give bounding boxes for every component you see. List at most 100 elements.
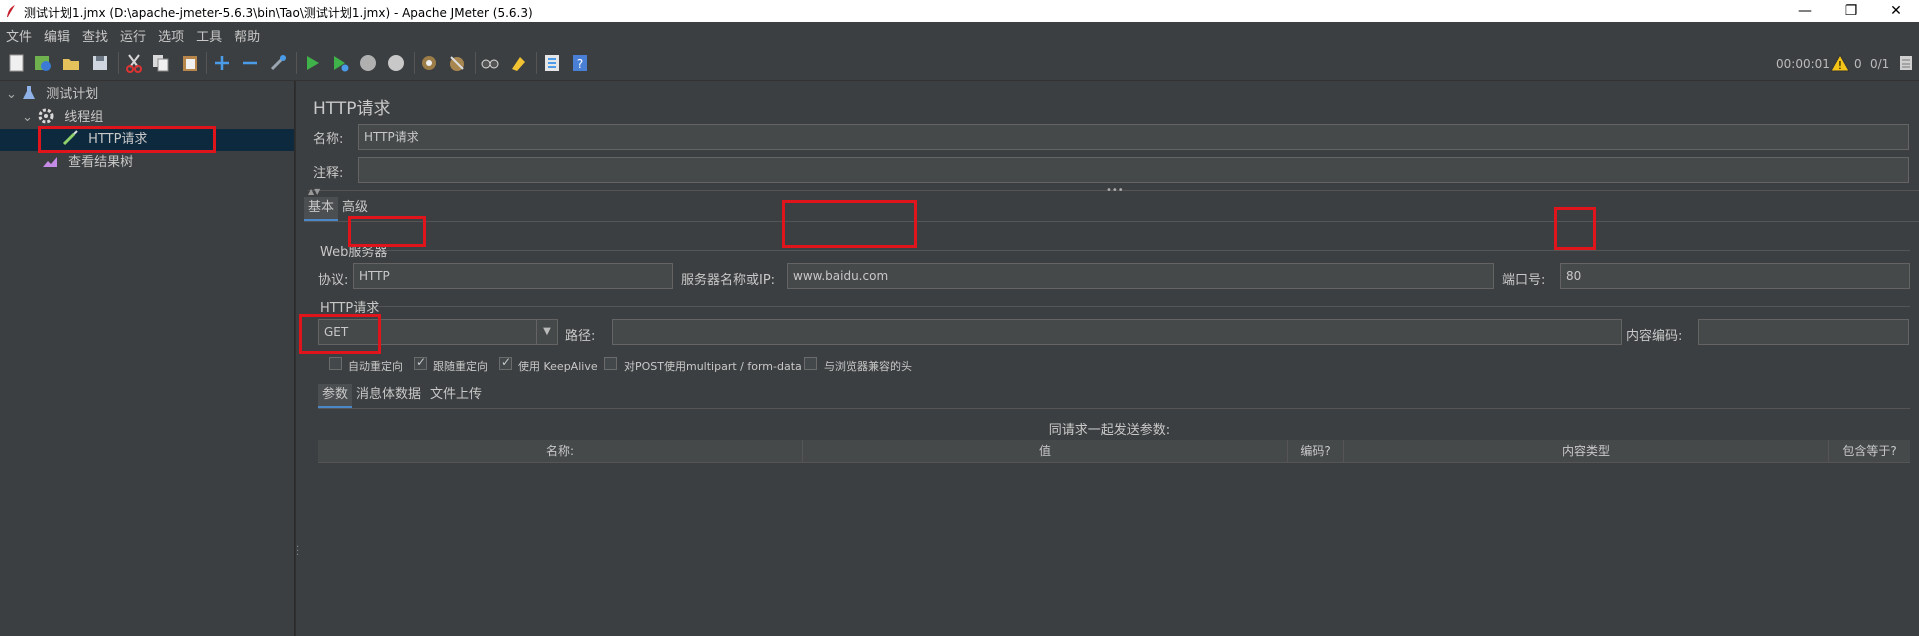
toolbar-separator xyxy=(296,52,297,74)
search-icon[interactable] xyxy=(480,53,500,73)
column-header-encode[interactable]: 编码? xyxy=(1288,440,1344,462)
test-plan-tree: ⌄ 测试计划 ⌄ 线程组 HTTP请求 查看结果树 xyxy=(0,81,295,636)
tree-item-test-plan[interactable]: ⌄ 测试计划 xyxy=(6,84,98,106)
tab-body-data[interactable]: 消息体数据 xyxy=(352,384,425,406)
tab-basic[interactable]: 基本 xyxy=(304,197,339,221)
start-no-pause-icon[interactable] xyxy=(330,53,350,73)
fieldset-border xyxy=(378,306,1910,307)
params-table-header: 名称: 值 编码? 内容类型 包含等于? xyxy=(318,440,1910,463)
help-icon[interactable]: ? xyxy=(570,53,590,73)
port-label: 端口号: xyxy=(1502,273,1546,288)
highlight-box xyxy=(1554,207,1596,250)
save-icon[interactable] xyxy=(90,53,110,73)
toolbar: ? 00:00:01 ! 0 0/1 xyxy=(0,46,1919,81)
divider-grip-icon[interactable]: ••• xyxy=(1106,185,1124,196)
tree-item-results-tree[interactable]: 查看结果树 xyxy=(42,152,133,174)
server-input[interactable]: www.baidu.com xyxy=(787,263,1494,289)
active-threads: 0/1 xyxy=(1870,57,1890,71)
column-header-include-equals[interactable]: 包含等于? xyxy=(1829,440,1910,462)
menu-tools[interactable]: 工具 xyxy=(190,22,228,46)
start-icon[interactable] xyxy=(302,53,322,73)
protocol-input[interactable]: HTTP xyxy=(353,263,673,289)
warning-icon[interactable]: ! xyxy=(1830,54,1850,72)
window-title: 测试计划1.jmx (D:\apache-jmeter-5.6.3\bin\Ta… xyxy=(24,6,533,20)
maximize-button[interactable]: ❐ xyxy=(1828,0,1874,22)
column-header-content-type[interactable]: 内容类型 xyxy=(1344,440,1829,462)
menu-edit[interactable]: 编辑 xyxy=(38,22,76,46)
keepalive-label: 使用 KeepAlive xyxy=(518,360,598,373)
splitter-grip-icon: · · · xyxy=(296,542,300,561)
templates-icon[interactable] xyxy=(33,53,53,73)
close-button[interactable]: ✕ xyxy=(1873,0,1919,22)
expand-arrow-icon[interactable]: ⌄ xyxy=(6,84,18,106)
subtab-underline xyxy=(318,408,1910,409)
follow-redirect-label: 跟随重定向 xyxy=(433,360,488,373)
params-caption: 同请求一起发送参数: xyxy=(1048,423,1171,438)
keepalive-checkbox[interactable] xyxy=(499,355,512,370)
encoding-input[interactable] xyxy=(1698,319,1909,345)
toolbar-separator xyxy=(475,52,476,74)
toolbar-separator xyxy=(536,52,537,74)
jmeter-feather-icon xyxy=(7,5,15,17)
thread-group-icon xyxy=(38,108,54,124)
stop-icon[interactable] xyxy=(358,53,378,73)
auto-redirect-checkbox[interactable] xyxy=(329,357,342,370)
function-helper-icon[interactable] xyxy=(542,53,562,73)
highlight-box xyxy=(782,200,917,248)
open-icon[interactable] xyxy=(61,53,81,73)
comment-label: 注释: xyxy=(313,166,344,181)
name-label: 名称: xyxy=(313,132,344,147)
column-header-name[interactable]: 名称: xyxy=(318,440,803,462)
menu-help[interactable]: 帮助 xyxy=(228,22,266,46)
window-title-bar: 测试计划1.jmx (D:\apache-jmeter-5.6.3\bin\Ta… xyxy=(0,0,1919,22)
protocol-label: 协议: xyxy=(318,273,349,288)
menu-options[interactable]: 选项 xyxy=(152,22,190,46)
highlight-box xyxy=(299,314,381,354)
menu-file[interactable]: 文件 xyxy=(0,22,38,46)
multipart-label: 对POST使用multipart / form-data xyxy=(624,360,802,373)
encoding-label: 内容编码: xyxy=(1626,329,1683,344)
fieldset-border xyxy=(385,250,1910,251)
expand-arrow-icon[interactable]: ⌄ xyxy=(22,107,34,129)
tree-item-label: 线程组 xyxy=(64,110,104,125)
tab-underline xyxy=(304,221,1919,222)
name-input[interactable]: HTTP请求 xyxy=(358,124,1909,150)
warning-count: 0 xyxy=(1854,57,1862,71)
minimize-button[interactable]: — xyxy=(1782,0,1828,22)
highlight-box xyxy=(38,126,216,153)
reset-search-icon[interactable] xyxy=(508,53,528,73)
new-icon[interactable] xyxy=(7,53,27,73)
follow-redirect-checkbox[interactable] xyxy=(414,355,427,370)
menu-run[interactable]: 运行 xyxy=(114,22,152,46)
comment-input[interactable] xyxy=(358,157,1909,183)
clear-all-icon[interactable] xyxy=(447,53,467,73)
menu-search[interactable]: 查找 xyxy=(76,22,114,46)
panel-title: HTTP请求 xyxy=(313,99,391,119)
results-tree-icon xyxy=(43,157,57,167)
toolbar-separator xyxy=(118,52,119,74)
test-plan-icon xyxy=(23,86,36,99)
tab-parameters[interactable]: 参数 xyxy=(318,384,353,408)
server-label: 服务器名称或IP: xyxy=(681,273,776,288)
browser-headers-label: 与浏览器兼容的头 xyxy=(824,360,912,373)
highlight-box xyxy=(348,216,426,247)
shutdown-icon[interactable] xyxy=(386,53,406,73)
toggle-icon[interactable] xyxy=(268,53,288,73)
clear-icon[interactable] xyxy=(419,53,439,73)
column-header-value[interactable]: 值 xyxy=(803,440,1288,462)
tree-item-label: 查看结果树 xyxy=(68,155,134,170)
cut-icon[interactable] xyxy=(124,53,144,73)
multipart-checkbox[interactable] xyxy=(604,357,617,370)
expand-icon[interactable] xyxy=(212,53,232,73)
tab-files-upload[interactable]: 文件上传 xyxy=(426,384,486,406)
http-request-panel: HTTP请求 名称: HTTP请求 注释: ▲▼ ••• 基本 高级 Web服务… xyxy=(299,81,1919,636)
path-input[interactable] xyxy=(612,319,1622,345)
collapse-arrows-icon[interactable]: ▲▼ xyxy=(308,187,320,196)
port-input[interactable]: 80 xyxy=(1560,263,1910,289)
copy-icon[interactable] xyxy=(151,53,171,73)
paste-icon[interactable] xyxy=(180,53,200,73)
chevron-down-icon[interactable]: ▼ xyxy=(536,320,557,344)
collapse-icon[interactable] xyxy=(240,53,260,73)
browser-headers-checkbox[interactable] xyxy=(804,357,817,370)
tree-item-label: 测试计划 xyxy=(46,87,99,102)
